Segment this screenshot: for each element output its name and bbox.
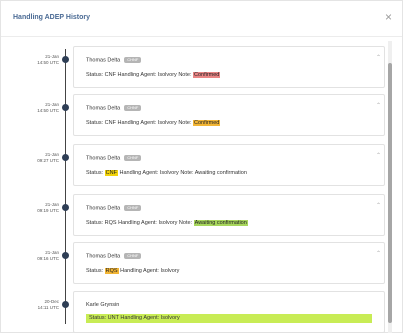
timeline-entry: 21-Jan 14:50 UTC Thomas Delta CHNF Status…	[1, 46, 401, 88]
scrollbar-thumb[interactable]	[388, 63, 392, 323]
entry-details: Status: CNF Handling Agent: Isolvory Not…	[86, 120, 221, 126]
entry-date: 21-Jan 09:27 UTC	[19, 152, 59, 164]
note-badge: Confirmed	[193, 120, 221, 126]
entry-details: Status: RQS Handling Agent: Isolvory	[86, 268, 179, 274]
note-badge: Awaiting confirmation	[193, 220, 248, 226]
status-badge: CNF	[104, 170, 118, 176]
history-dialog: Handling ADEP History × 21-Jan 14:50 UTC…	[0, 0, 403, 333]
entry-author: Thomas Delta CHNF	[86, 57, 142, 64]
entry-details-text: Handling Agent: Isolvory	[118, 268, 180, 274]
entry-author: Thomas Delta CHNF	[86, 105, 142, 112]
entry-author: Thomas Delta CHNF	[86, 205, 142, 212]
chevron-up-icon[interactable]: ⌃	[376, 54, 381, 61]
history-card[interactable]: Thomas Delta CHNF Status: CNF Handling Ag…	[73, 144, 385, 186]
entry-author: Thomas Delta CHNF	[86, 155, 142, 162]
timeline-entry: 20-Dec 14:11 UTC Karle Grynsin Status: U…	[1, 291, 401, 333]
entry-tag: CHNF	[124, 57, 142, 63]
timeline-dot	[62, 204, 69, 211]
chevron-up-icon[interactable]: ⌃	[376, 250, 381, 257]
entry-date-time: 09:19 UTC	[37, 208, 59, 213]
timeline-entry: 21-Jan 09:19 UTC Thomas Delta CHNF Status…	[1, 194, 401, 236]
entry-date: 20-Dec 14:11 UTC	[19, 299, 59, 311]
entry-date-time: 14:50 UTC	[37, 108, 59, 113]
entry-date: 21-Jan 09:19 UTC	[19, 202, 59, 214]
entry-date: 21-Jan 14:50 UTC	[19, 54, 59, 66]
history-card[interactable]: Thomas Delta CHNF Status: RQS Handling Ag…	[73, 194, 385, 236]
entry-date-time: 14:11 UTC	[37, 305, 59, 310]
history-card[interactable]: Karle Grynsin Status: UNT Handling Agent…	[73, 291, 385, 333]
entry-tag: CHNF	[124, 253, 142, 259]
entry-date-time: 09:16 UTC	[37, 256, 59, 261]
dialog-header: Handling ADEP History ×	[1, 1, 402, 37]
history-card[interactable]: Thomas Delta CHNF Status: CNF Handling Ag…	[73, 46, 385, 88]
chevron-up-icon[interactable]: ⌃	[376, 152, 381, 159]
scrollbar-track[interactable]	[388, 41, 392, 333]
author-name: Thomas Delta	[86, 57, 121, 64]
entry-date-time: 14:50 UTC	[37, 60, 59, 65]
status-badge: RQS	[104, 268, 119, 274]
entry-tag: CHNF	[124, 205, 142, 211]
dialog-title: Handling ADEP History	[13, 14, 91, 21]
timeline-entry: 21-Jan 14:50 UTC Thomas Delta CHNF Status…	[1, 94, 401, 136]
status-highlight: Status: UNT Handling Agent: Isolvory	[86, 314, 372, 323]
entry-date: 21-Jan 09:16 UTC	[19, 250, 59, 262]
entry-details-text: Status: CNF Handling Agent: Isolvory Not…	[86, 120, 193, 126]
author-name: Thomas Delta	[86, 155, 121, 162]
timeline-dot	[62, 252, 69, 259]
timeline-dot	[62, 56, 69, 63]
timeline-dot	[62, 154, 69, 161]
entry-details-text: Handling Agent: Isolvory Note: Awaiting …	[117, 170, 247, 176]
timeline-dot	[62, 104, 69, 111]
entry-details-text: Status: CNF Handling Agent: Isolvory Not…	[86, 72, 193, 78]
entry-tag: CHNF	[124, 155, 142, 161]
close-icon[interactable]: ×	[385, 11, 392, 23]
entry-details-text: Status: RQS Handling Agent: Isolvory Not…	[86, 220, 194, 226]
note-badge: Confirmed	[193, 72, 221, 78]
history-card[interactable]: Thomas Delta CHNF Status: CNF Handling Ag…	[73, 94, 385, 136]
timeline-entry: 21-Jan 09:27 UTC Thomas Delta CHNF Status…	[1, 144, 401, 186]
timeline-entry: 21-Jan 09:16 UTC Thomas Delta CHNF Status…	[1, 242, 401, 284]
entry-details-text: Status: UNT Handling Agent: Isolvory	[89, 315, 180, 321]
author-name: Thomas Delta	[86, 205, 121, 212]
entry-date-time: 09:27 UTC	[37, 158, 59, 163]
entry-author: Karle Grynsin	[86, 302, 120, 308]
entry-tag: CHNF	[124, 105, 142, 111]
author-name: Thomas Delta	[86, 105, 121, 112]
author-name: Thomas Delta	[86, 253, 121, 260]
status-label: Status:	[86, 268, 105, 274]
entry-date: 21-Jan 14:50 UTC	[19, 102, 59, 114]
entry-author: Thomas Delta CHNF	[86, 253, 142, 260]
timeline-dot	[62, 301, 69, 308]
chevron-up-icon[interactable]: ⌃	[376, 102, 381, 109]
entry-details: Status: CNF Handling Agent: Isolvory Not…	[86, 170, 247, 176]
history-card[interactable]: Thomas Delta CHNF Status: RQS Handling Ag…	[73, 242, 385, 284]
entry-details: Status: CNF Handling Agent: Isolvory Not…	[86, 72, 221, 78]
entry-details: Status: RQS Handling Agent: Isolvory Not…	[86, 220, 248, 226]
status-label: Status:	[86, 170, 105, 176]
chevron-up-icon[interactable]: ⌃	[376, 202, 381, 209]
